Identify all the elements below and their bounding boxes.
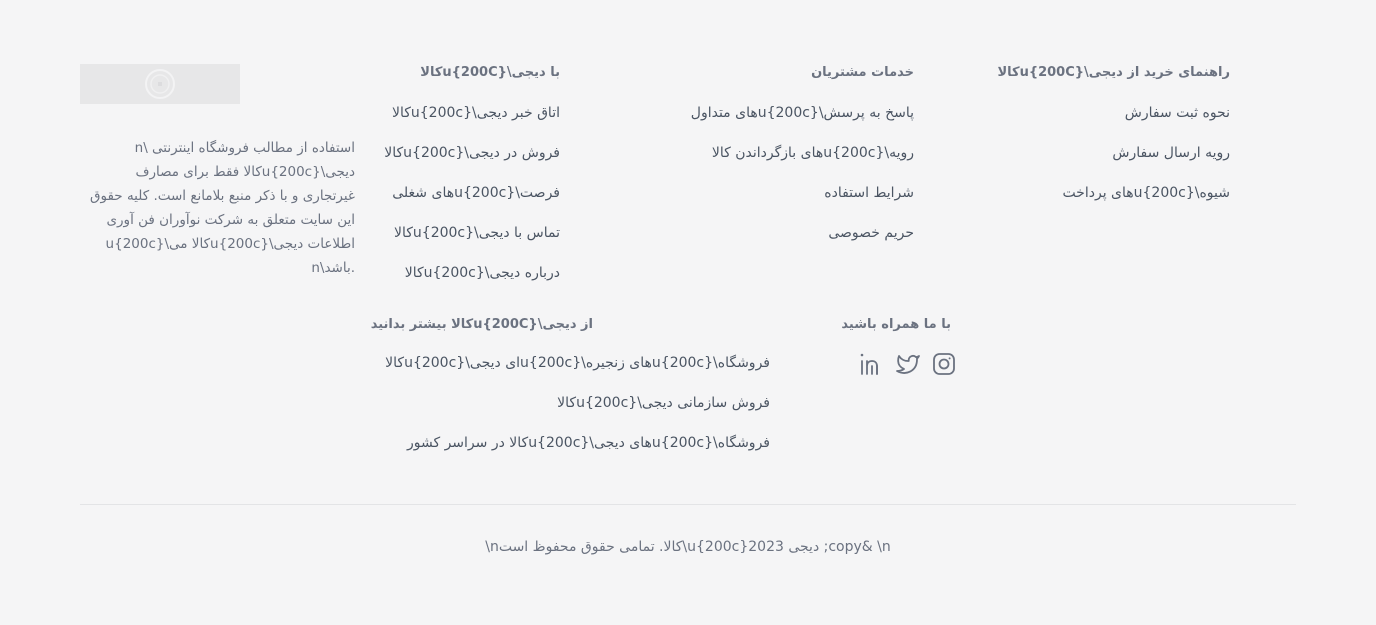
social-icons — [859, 351, 956, 377]
link-contact[interactable]: تماس با دیجی\u{200c}کالا — [384, 223, 560, 243]
link-sell-on-digikala[interactable]: فروش در دیجی\u{200c}کالا — [384, 143, 560, 163]
link-chain-stores[interactable]: فروشگاه\u{200c}های زنجیره\u{200c}ای دیجی… — [385, 353, 770, 373]
footer-column-learn-more-links: فروشگاه\u{200c}های زنجیره\u{200c}ای دیجی… — [385, 353, 770, 473]
footer-column-guide: راهنمای خرید از دیجی\u{200C}کالا نحوه ثب… — [997, 64, 1230, 223]
logo-emblem-icon — [145, 69, 175, 99]
site-footer: استفاده از مطالب فروشگاه اینترنتی \n دیج… — [0, 0, 1376, 625]
link-about[interactable]: درباره دیجی\u{200c}کالا — [384, 263, 560, 283]
footer-column-customer-service: خدمات مشتریان پاسخ به پرسش\u{200c}های مت… — [691, 64, 914, 263]
link-careers[interactable]: فرصت\u{200c}های شغلی — [384, 183, 560, 203]
twitter-icon[interactable] — [895, 351, 921, 377]
link-privacy[interactable]: حریم خصوصی — [691, 223, 914, 243]
link-terms-of-use[interactable]: شرایط استفاده — [691, 183, 914, 203]
link-order-registration[interactable]: نحوه ثبت سفارش — [997, 103, 1230, 123]
link-stores-nationwide[interactable]: فروشگاه\u{200c}های دیجی\u{200c}کالا در س… — [385, 433, 770, 453]
about-text: استفاده از مطالب فروشگاه اینترنتی \n دیج… — [90, 140, 355, 276]
link-order-shipping[interactable]: رویه ارسال سفارش — [997, 143, 1230, 163]
column-title-learn-more: از دیجی\u{200C}کالا بیشتر بدانید — [370, 317, 593, 332]
column-title-social: با ما همراه باشید — [841, 317, 951, 332]
column-title-with-digikala: با دیجی\u{200C}کالا — [420, 65, 560, 80]
link-corporate-sales[interactable]: فروش سازمانی دیجی\u{200c}کالا — [385, 393, 770, 413]
footer-column-social: با ما همراه باشید — [841, 316, 951, 334]
instagram-icon[interactable] — [931, 351, 957, 377]
link-newsroom[interactable]: اتاق خبر دیجی\u{200c}کالا — [384, 103, 560, 123]
footer-column-with-digikala: با دیجی\u{200C}کالا اتاق خبر دیجی\u{200c… — [384, 64, 560, 303]
copyright-text: \nکالا. تمامی حقوق محفوظ است\u{200c}دیجی… — [485, 539, 891, 555]
link-faq[interactable]: پاسخ به پرسش\u{200c}های متداول — [691, 103, 914, 123]
footer-column-learn-more: از دیجی\u{200C}کالا بیشتر بدانید — [371, 316, 593, 334]
column-title-guide: راهنمای خرید از دیجی\u{200C}کالا — [997, 65, 1230, 80]
linkedin-icon[interactable] — [859, 351, 885, 377]
footer-divider — [80, 504, 1296, 505]
link-payment-methods[interactable]: شیوه\u{200c}های پرداخت — [997, 183, 1230, 203]
footer-logo[interactable] — [80, 64, 240, 104]
link-return-policy[interactable]: رویه\u{200c}های بازگرداندن کالا — [691, 143, 914, 163]
column-title-customer-service: خدمات مشتریان — [811, 65, 914, 80]
